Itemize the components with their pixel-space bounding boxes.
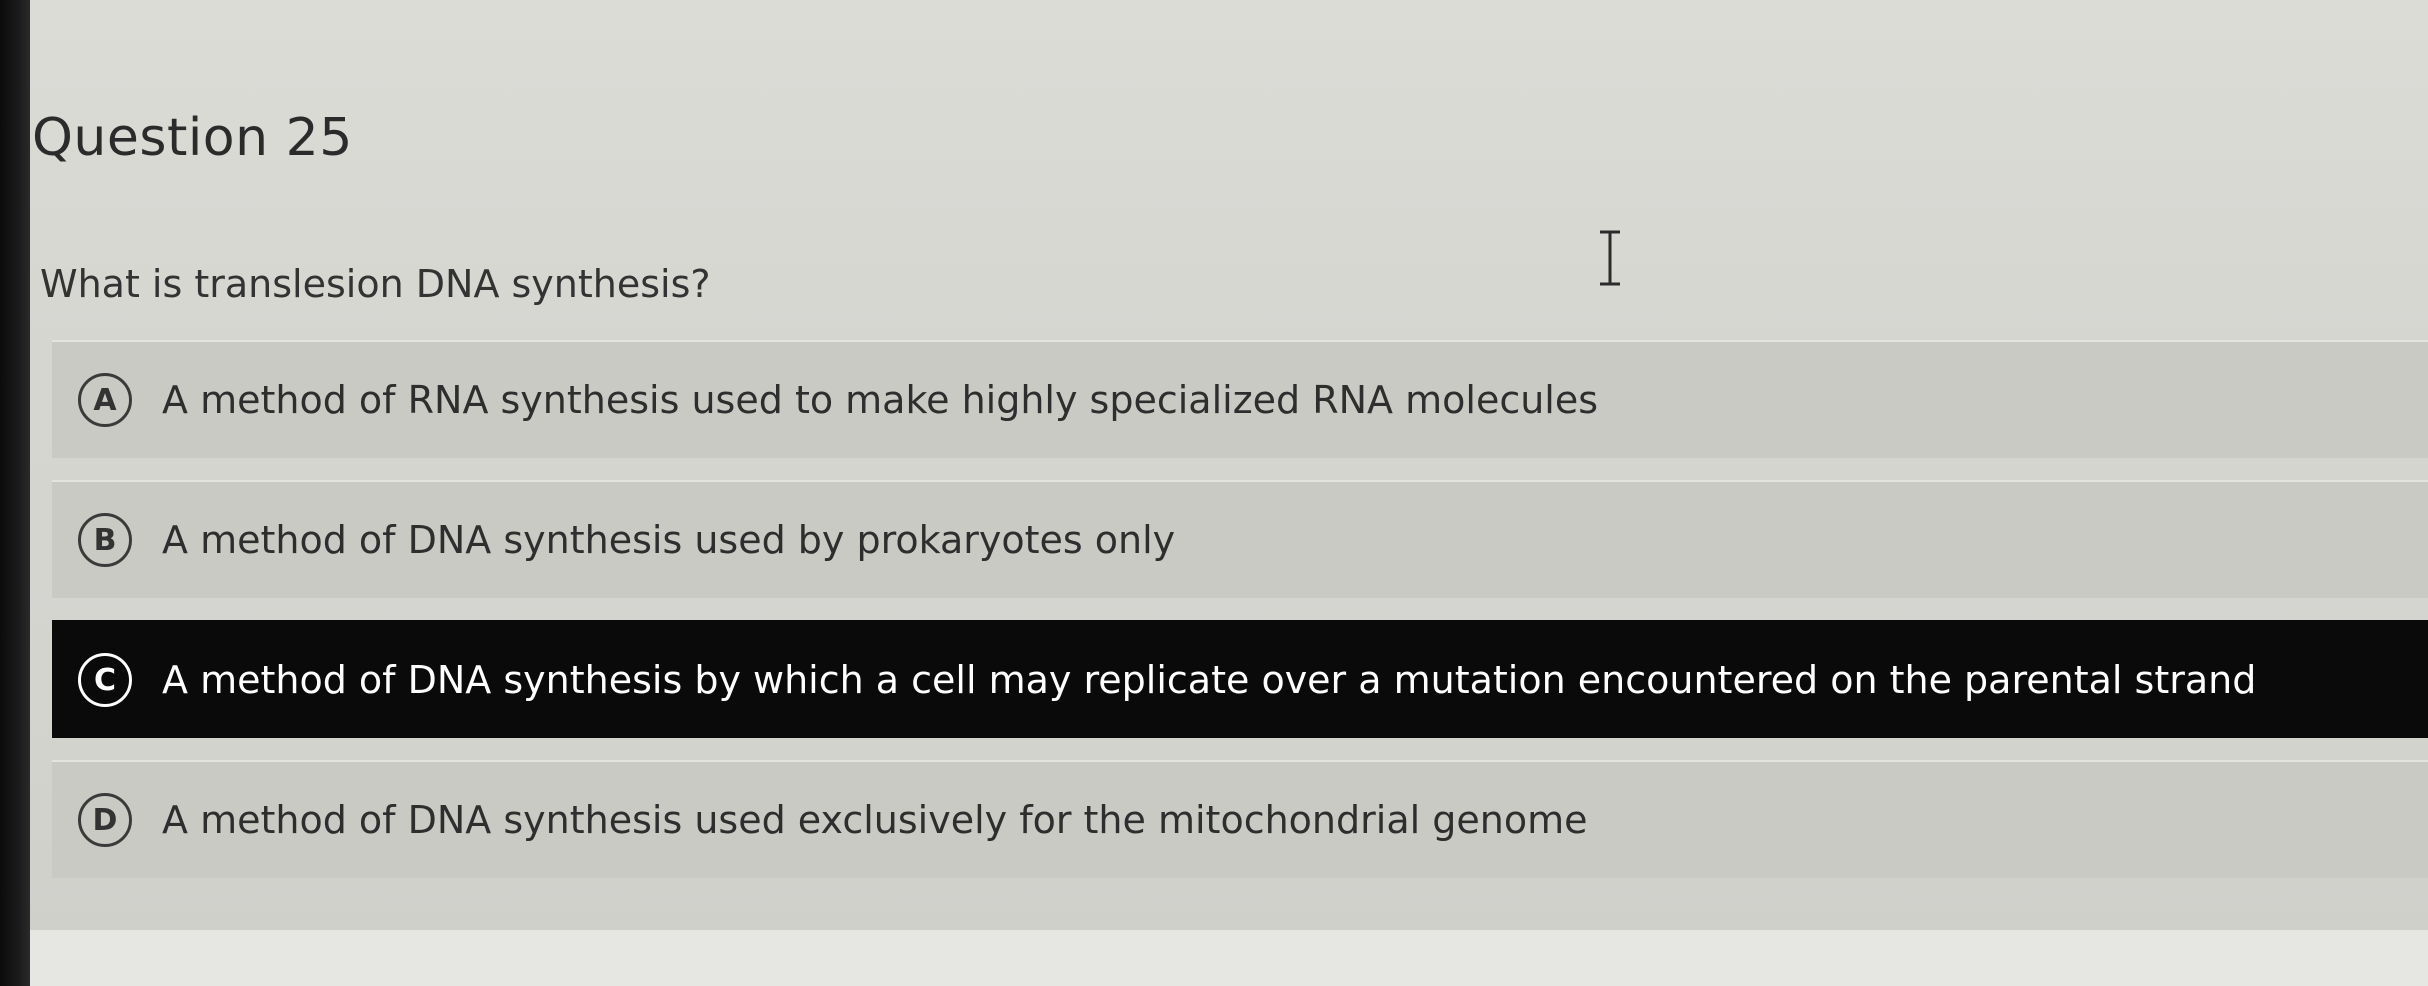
option-label: A method of DNA synthesis used exclusive… <box>162 798 1588 842</box>
option-label: A method of RNA synthesis used to make h… <box>162 378 1599 422</box>
option-letter-badge: A <box>78 373 132 427</box>
option-label: A method of DNA synthesis by which a cel… <box>162 658 2257 702</box>
option-b[interactable]: B A method of DNA synthesis used by prok… <box>52 480 2428 598</box>
quiz-screen: Question 25 What is translesion DNA synt… <box>0 0 2428 986</box>
text-cursor-icon <box>1600 230 1620 286</box>
option-c[interactable]: C A method of DNA synthesis by which a c… <box>52 620 2428 738</box>
answer-options: A A method of RNA synthesis used to make… <box>52 340 2428 900</box>
option-a[interactable]: A A method of RNA synthesis used to make… <box>52 340 2428 458</box>
option-label: A method of DNA synthesis used by prokar… <box>162 518 1176 562</box>
option-letter-badge: D <box>78 793 132 847</box>
question-title: Question 25 <box>32 108 353 168</box>
option-d[interactable]: D A method of DNA synthesis used exclusi… <box>52 760 2428 878</box>
question-prompt: What is translesion DNA synthesis? <box>40 262 711 306</box>
monitor-bezel <box>0 0 30 986</box>
option-letter-badge: B <box>78 513 132 567</box>
bottom-panel <box>30 930 2428 986</box>
option-letter-badge: C <box>78 653 132 707</box>
